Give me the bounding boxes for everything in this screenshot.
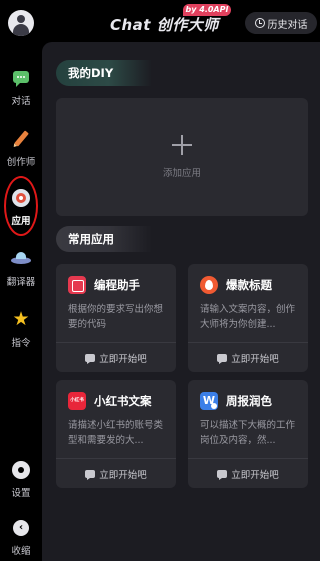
add-app-button[interactable]: 添加应用 bbox=[56, 98, 308, 216]
sidebar-item-label: 翻译器 bbox=[6, 277, 36, 288]
start-button[interactable]: 立即开始吧 bbox=[56, 459, 176, 488]
sidebar-item-label: 创作师 bbox=[6, 157, 36, 168]
card-title: 小红书文案 bbox=[94, 394, 152, 408]
start-label: 立即开始吧 bbox=[99, 353, 147, 365]
version-badge: by 4.0API bbox=[183, 4, 231, 16]
history-label: 历史对话 bbox=[267, 19, 308, 31]
start-label: 立即开始吧 bbox=[99, 469, 147, 481]
sidebar-item-chat[interactable]: 对话 bbox=[0, 64, 42, 114]
start-button[interactable]: 立即开始吧 bbox=[56, 343, 176, 372]
plus-icon bbox=[172, 135, 192, 155]
app-card-weekly-report[interactable]: W 周报润色 可以描述下大概的工作岗位及内容，然... 立即开始吧 bbox=[188, 380, 308, 488]
pencil-icon bbox=[11, 129, 31, 149]
main-panel: 我的DIY 添加应用 常用应用 编程助手 根据你的要求写出你想要的代码 立即开始… bbox=[42, 42, 320, 561]
chat-bubble-icon bbox=[85, 469, 96, 480]
start-label: 立即开始吧 bbox=[231, 469, 279, 481]
xiaohongshu-icon: 小红书 bbox=[68, 392, 86, 410]
app-target-icon bbox=[11, 188, 31, 208]
sidebar-item-label: 设置 bbox=[11, 488, 31, 499]
clock-icon bbox=[254, 18, 265, 28]
sidebar: 对话 创作师 应用 翻译器 ★ 指令 设置 ‹ 收缩 bbox=[0, 42, 42, 561]
avatar[interactable] bbox=[8, 10, 34, 36]
top-bar: Chat 创作大师 by 4.0API 历史对话 bbox=[0, 0, 320, 42]
card-title: 编程助手 bbox=[94, 278, 140, 292]
start-label: 立即开始吧 bbox=[231, 353, 279, 365]
app-card-xiaohongshu[interactable]: 小红书 小红书文案 请描述小红书的账号类型和需要发的大... 立即开始吧 bbox=[56, 380, 176, 488]
fire-icon bbox=[200, 276, 218, 294]
sidebar-item-label: 对话 bbox=[11, 96, 31, 107]
start-button[interactable]: 立即开始吧 bbox=[188, 459, 308, 488]
card-description: 可以描述下大概的工作岗位及内容，然... bbox=[200, 420, 296, 446]
card-description: 请描述小红书的账号类型和需要发的大... bbox=[68, 420, 164, 446]
history-button[interactable]: 历史对话 bbox=[245, 12, 317, 34]
app-card-title[interactable]: 爆款标题 请输入文案内容，创作大师将为你创建... 立即开始吧 bbox=[188, 264, 308, 372]
app-card-coding[interactable]: 编程助手 根据你的要求写出你想要的代码 立即开始吧 bbox=[56, 264, 176, 372]
start-button[interactable]: 立即开始吧 bbox=[188, 343, 308, 372]
sidebar-item-translator[interactable]: 翻译器 bbox=[0, 245, 42, 295]
section-title-common: 常用应用 bbox=[56, 226, 152, 252]
avatar-body bbox=[13, 24, 29, 36]
card-title: 周报润色 bbox=[226, 394, 272, 408]
chat-bubble-icon bbox=[217, 469, 228, 480]
chat-bubble-icon bbox=[85, 353, 96, 364]
add-app-label: 添加应用 bbox=[162, 168, 201, 179]
sidebar-item-creator[interactable]: 创作师 bbox=[0, 125, 42, 175]
ufo-icon bbox=[11, 249, 31, 269]
card-description: 请输入文案内容，创作大师将为你创建... bbox=[200, 304, 296, 330]
sidebar-item-label: 应用 bbox=[11, 216, 31, 227]
chat-bubble-icon bbox=[217, 353, 228, 364]
sidebar-item-label: 收缩 bbox=[11, 546, 31, 557]
star-icon: ★ bbox=[12, 308, 30, 330]
sidebar-item-apps[interactable]: 应用 bbox=[0, 184, 42, 234]
collapse-icon: ‹ bbox=[11, 518, 31, 538]
sidebar-item-label: 指令 bbox=[11, 338, 31, 349]
sidebar-item-commands[interactable]: ★ 指令 bbox=[0, 306, 42, 356]
avatar-head bbox=[17, 15, 25, 23]
card-description: 根据你的要求写出你想要的代码 bbox=[68, 304, 164, 330]
card-title: 爆款标题 bbox=[226, 278, 272, 292]
word-doc-icon: W bbox=[200, 392, 218, 410]
gear-icon bbox=[11, 460, 31, 480]
sidebar-item-settings[interactable]: 设置 bbox=[0, 456, 42, 506]
code-icon bbox=[68, 276, 86, 294]
section-title-diy: 我的DIY bbox=[56, 60, 152, 86]
sidebar-item-collapse[interactable]: ‹ 收缩 bbox=[0, 514, 42, 561]
chat-bubble-icon bbox=[11, 68, 31, 88]
app-title: Chat 创作大师 bbox=[110, 16, 219, 34]
